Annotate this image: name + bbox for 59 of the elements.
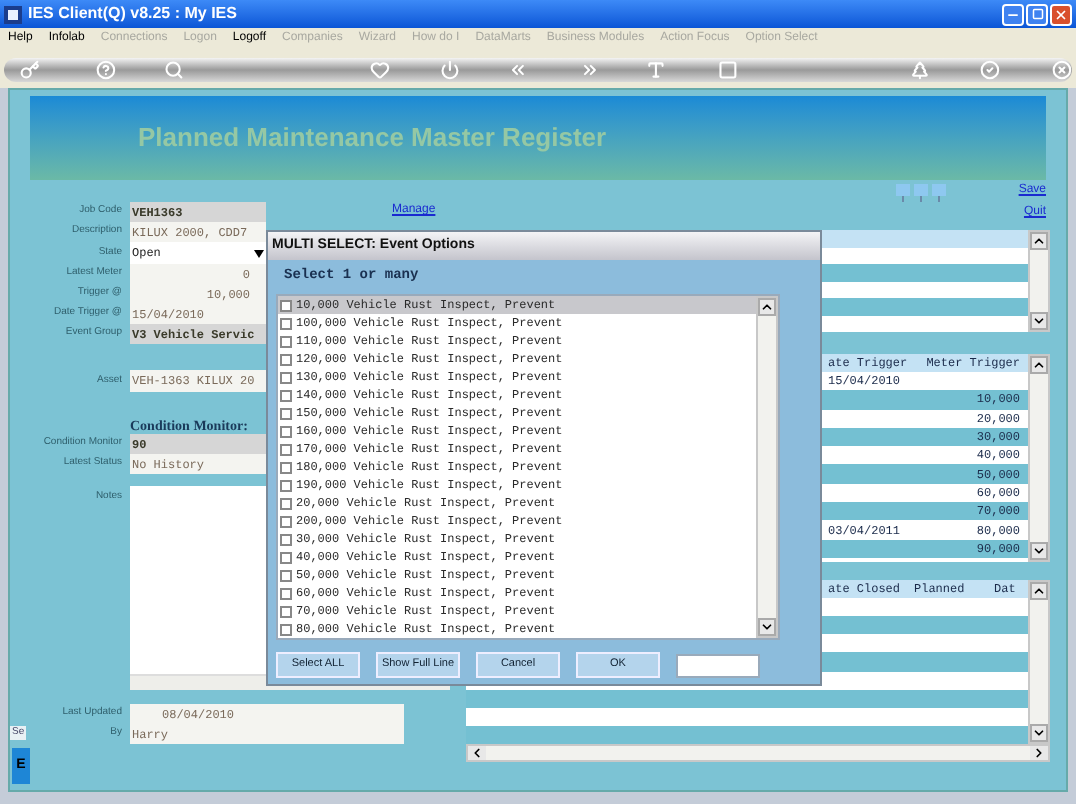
checkbox[interactable] — [280, 497, 292, 509]
checkbox[interactable] — [280, 533, 292, 545]
pillar-icon[interactable] — [932, 184, 947, 202]
checkbox[interactable] — [280, 371, 292, 383]
stop-icon[interactable] — [718, 59, 739, 79]
help-icon[interactable] — [95, 59, 116, 79]
text-icon[interactable] — [646, 59, 667, 79]
scroll-up-button[interactable] — [1030, 232, 1048, 250]
scroll-left-button[interactable] — [468, 746, 486, 760]
scrollbar[interactable] — [1028, 230, 1050, 332]
checkbox[interactable] — [280, 461, 292, 473]
checkbox[interactable] — [280, 479, 292, 491]
checkbox[interactable] — [280, 407, 292, 419]
checkbox[interactable] — [280, 551, 292, 563]
rewind-icon[interactable] — [507, 59, 528, 79]
checkbox[interactable] — [280, 353, 292, 365]
horizontal-scrollbar[interactable] — [466, 744, 1050, 762]
window-title: IES Client(Q) v8.25 : My IES — [28, 2, 237, 26]
scrollbar[interactable] — [1028, 580, 1050, 744]
pillar-icon[interactable] — [914, 184, 929, 202]
checkbox[interactable] — [280, 443, 292, 455]
checkbox[interactable] — [280, 389, 292, 401]
checkbox[interactable] — [280, 587, 292, 599]
scroll-up-button[interactable] — [758, 298, 776, 316]
checkbox[interactable] — [280, 623, 292, 635]
maximize-icon — [1031, 8, 1043, 20]
close-icon — [1054, 7, 1068, 21]
scroll-up-button[interactable] — [1030, 356, 1048, 374]
pillar-icon[interactable] — [896, 184, 911, 202]
scrollbar[interactable] — [756, 296, 778, 638]
close-icon[interactable] — [1052, 59, 1073, 79]
forward-icon[interactable] — [579, 59, 599, 79]
checkbox[interactable] — [280, 335, 292, 347]
checkbox[interactable] — [280, 299, 292, 311]
checkbox[interactable] — [280, 425, 292, 437]
scroll-down-button[interactable] — [1030, 542, 1048, 560]
scroll-right-button[interactable] — [1030, 746, 1048, 760]
checkbox[interactable] — [280, 515, 292, 527]
app-icon — [4, 5, 22, 23]
minimize-button[interactable] — [1002, 3, 1024, 25]
close-button[interactable] — [1050, 3, 1072, 25]
checkbox[interactable] — [280, 569, 292, 581]
maximize-button[interactable] — [1026, 3, 1048, 25]
scroll-down-button[interactable] — [1030, 312, 1048, 330]
heart-icon[interactable] — [369, 59, 390, 79]
caret-icon — [254, 249, 264, 257]
key-icon[interactable] — [20, 59, 40, 79]
search-icon[interactable] — [163, 59, 184, 79]
scrollbar[interactable] — [1028, 354, 1050, 562]
tree-icon[interactable] — [910, 59, 931, 79]
checkbox[interactable] — [280, 317, 292, 329]
check-icon[interactable] — [980, 59, 1001, 79]
page-title: Planned Maintenance Master Register — [138, 120, 607, 157]
power-icon[interactable] — [439, 59, 460, 79]
scroll-down-button[interactable] — [758, 618, 776, 636]
scroll-up-button[interactable] — [1030, 582, 1048, 600]
input-field[interactable] — [676, 653, 760, 677]
scroll-down-button[interactable] — [1030, 724, 1048, 742]
checkbox[interactable] — [280, 605, 292, 617]
